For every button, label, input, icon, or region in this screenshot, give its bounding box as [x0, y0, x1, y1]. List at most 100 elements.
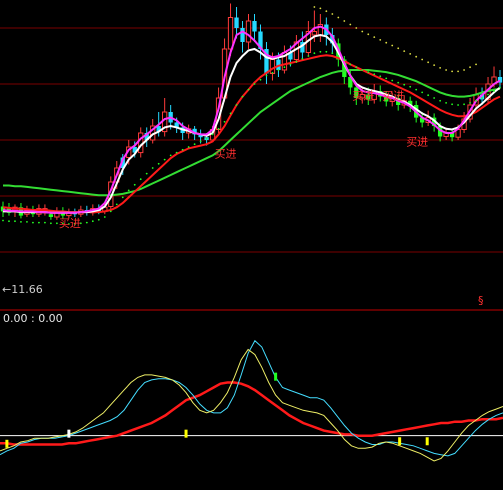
support-dot-green — [325, 50, 328, 53]
candle-body — [252, 21, 257, 32]
resistance-dot-yellow — [343, 20, 346, 22]
low-price-arrow: ← — [2, 283, 11, 296]
support-dot-green — [247, 88, 250, 91]
resistance-dot-yellow — [373, 36, 376, 38]
oscillator-marker — [5, 439, 9, 448]
settings-icon[interactable]: § — [478, 294, 484, 307]
support-dot-green — [403, 83, 406, 86]
resistance-dot-yellow — [361, 30, 364, 33]
support-dot-green — [38, 221, 40, 224]
support-dot-green — [229, 112, 232, 115]
support-dot-green — [91, 220, 94, 223]
support-dot-green — [265, 74, 268, 77]
support-dot-green — [253, 83, 256, 85]
resistance-dot-yellow — [463, 69, 465, 71]
support-dot-green — [97, 218, 100, 221]
support-dot-green — [415, 88, 418, 91]
resistance-dot-yellow — [385, 41, 388, 44]
low-price-label: ←11.66 — [2, 283, 43, 296]
support-dot-green — [157, 162, 160, 165]
buy-signal-label: 买进 — [406, 136, 428, 149]
resistance-dot-yellow — [433, 64, 436, 66]
support-dot-green — [277, 69, 280, 71]
resistance-dot-yellow — [325, 10, 328, 13]
oscillator-marker — [398, 437, 402, 446]
resistance-dot-yellow — [445, 69, 448, 71]
support-dot-green — [85, 221, 88, 224]
oscillator-marker — [67, 429, 71, 438]
ma-red-line — [2, 54, 501, 214]
support-dot-green — [469, 102, 471, 104]
support-dot-green — [26, 221, 28, 223]
oscillator-marker — [274, 372, 278, 381]
support-dot-green — [193, 143, 196, 146]
candle-body — [311, 31, 318, 36]
support-dot-green — [223, 120, 226, 123]
candle-body — [234, 17, 239, 28]
support-dot-green — [337, 55, 340, 57]
support-dot-green — [307, 55, 310, 57]
candlestick-series — [0, 3, 503, 220]
support-dot-green — [44, 221, 46, 224]
resistance-dot-yellow — [415, 55, 418, 58]
support-dot-green — [8, 220, 10, 223]
indicator-header: 0.00 : 0.00 — [3, 312, 63, 325]
oscillator-marker — [425, 437, 429, 446]
support-dot-green — [127, 189, 130, 192]
support-dot-green — [259, 78, 262, 81]
buy-signal-label: 买进 — [382, 89, 404, 102]
support-dot-green — [32, 221, 34, 224]
support-dot-green — [355, 66, 358, 69]
support-dot-green — [175, 151, 178, 154]
resistance-dot-yellow — [319, 7, 322, 10]
resistance-dot-yellow — [331, 13, 334, 15]
resistance-dot-yellow — [355, 27, 358, 29]
support-dot-green — [2, 219, 4, 222]
support-dot-green — [217, 127, 220, 130]
resistance-dot-yellow — [313, 6, 316, 8]
moving-averages — [2, 6, 501, 225]
support-dot-green — [133, 183, 136, 186]
support-dot-green — [145, 172, 148, 175]
support-dot-green — [475, 99, 477, 102]
support-dot-green — [421, 91, 424, 94]
support-dot-green — [385, 77, 388, 80]
resistance-dot-yellow — [421, 58, 424, 61]
support-dot-green — [397, 81, 400, 84]
support-dot-green — [439, 99, 442, 102]
support-dot-green — [109, 210, 112, 213]
support-dot-green — [493, 90, 495, 92]
candle-body — [245, 20, 252, 43]
resistance-dot-yellow — [409, 53, 412, 55]
resistance-dot-yellow — [451, 70, 454, 73]
support-dot-green — [319, 50, 322, 53]
support-dot-green — [331, 52, 334, 55]
support-dot-green — [451, 103, 454, 106]
support-dot-green — [211, 133, 214, 136]
support-dot-green — [181, 148, 184, 151]
stock-chart: 买进买进买进 买进买进 ←11.66 § 0.00 : 0.00 — [0, 3, 503, 462]
support-dot-green — [20, 221, 22, 223]
buy-signal-label: 买进 — [59, 217, 81, 230]
resistance-dot-yellow — [367, 33, 370, 36]
support-dot-green — [14, 220, 16, 223]
support-dot-green — [445, 102, 448, 104]
resistance-dot-yellow — [403, 50, 406, 52]
support-dot-green — [289, 63, 292, 66]
support-dot-green — [391, 79, 394, 82]
support-dot-green — [361, 69, 364, 71]
support-dot-green — [139, 178, 142, 181]
resistance-dot-yellow — [397, 47, 400, 50]
chart-stage: 买进 买进 买进 买进 买进 ←11.66 § 0.00 : 0.00 — [0, 0, 503, 490]
support-dot-green — [481, 97, 483, 99]
support-dot-green — [427, 94, 430, 97]
resistance-dot-yellow — [349, 23, 352, 26]
support-dot-green — [409, 85, 412, 88]
support-dot-green — [169, 154, 172, 157]
resistance-dot-yellow — [337, 16, 340, 19]
support-dot-green — [235, 104, 238, 106]
candle-body — [269, 59, 276, 74]
support-dot-green — [367, 71, 370, 73]
support-dot-green — [457, 104, 459, 106]
support-dot-green — [433, 97, 436, 99]
